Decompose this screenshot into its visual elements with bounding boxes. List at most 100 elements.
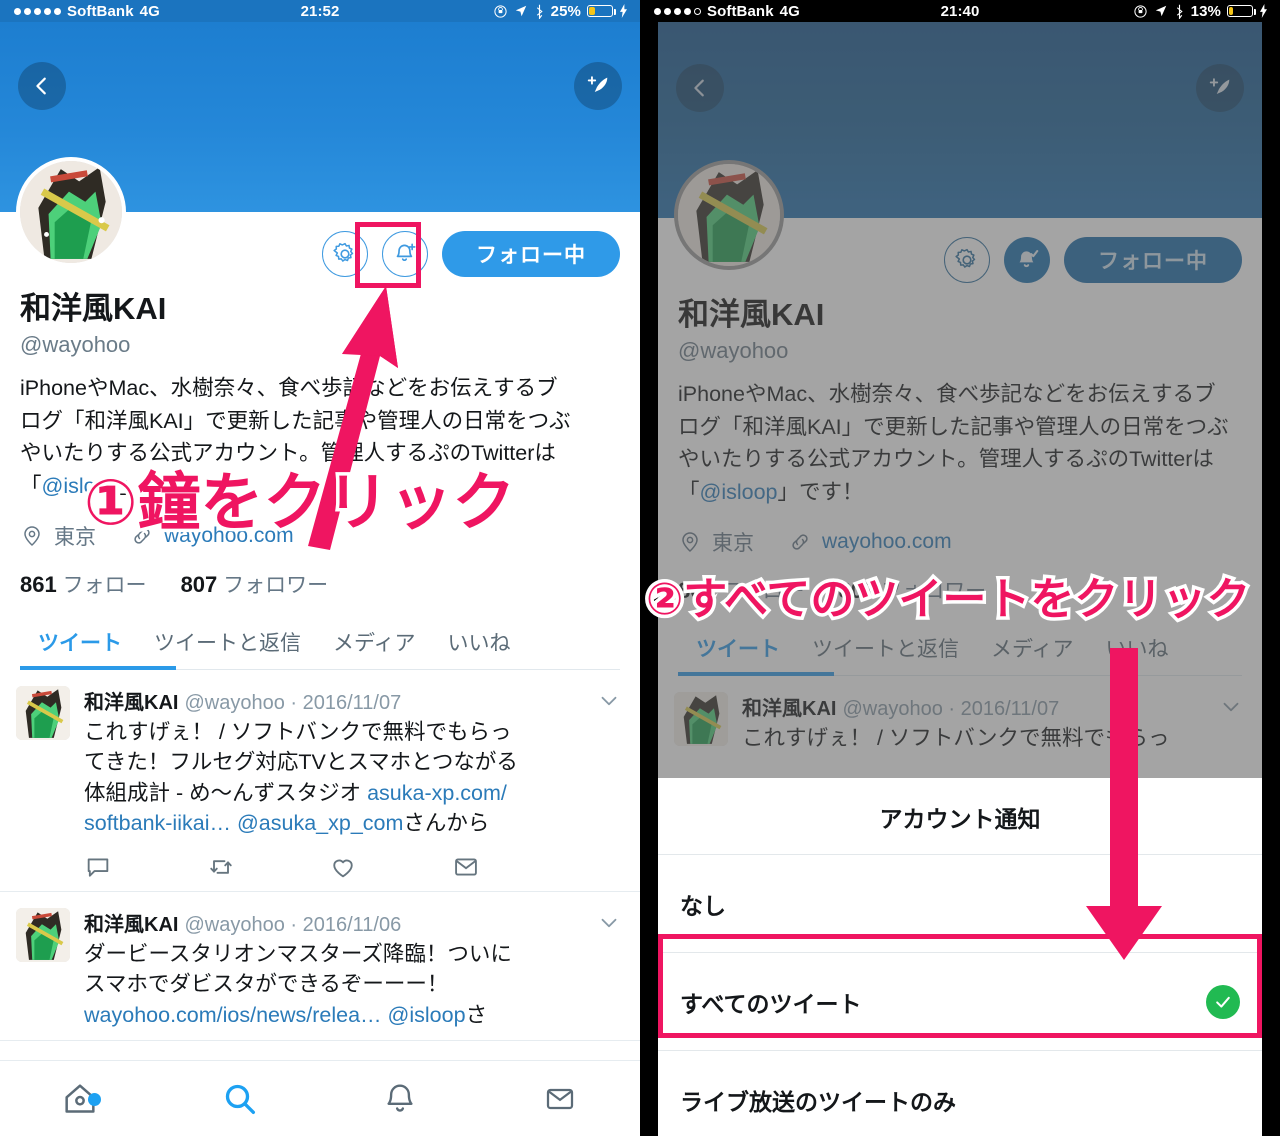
tab-notifications[interactable] — [320, 1080, 480, 1118]
tab-tweets[interactable]: ツイート — [20, 621, 138, 669]
home-badge-dot — [87, 1092, 101, 1106]
direct-message-button[interactable] — [452, 853, 575, 881]
table-row[interactable]: 和洋風KAI @wayohoo · 2016/11/06 ダービースタリオンマス… — [0, 892, 640, 1042]
profile-section: フォロー中 和洋風KAI @wayohoo iPhoneやMac、水樹奈々、食べ… — [0, 157, 640, 670]
tweet-text-line: softbank-iikai… @asuka_xp_comさんから — [84, 808, 620, 839]
tab-tweets-replies[interactable]: ツイートと返信 — [138, 621, 317, 669]
chevron-down-icon — [601, 696, 617, 705]
battery-percent: 25% — [550, 2, 581, 20]
bluetooth-icon — [536, 4, 543, 19]
profile-handle: @wayohoo — [20, 332, 131, 358]
avatar[interactable] — [16, 907, 70, 962]
search-icon — [225, 1084, 255, 1114]
tweet-body: 和洋風KAI @wayohoo · 2016/11/06 ダービースタリオンマス… — [84, 908, 620, 1031]
tweet-more-button[interactable] — [596, 910, 622, 941]
sheet-option-label: ライブ放送のツイートのみ — [680, 1089, 956, 1115]
like-button[interactable] — [329, 853, 452, 881]
sheet-option-label: なし — [680, 892, 726, 919]
status-carrier-group: SoftBank 4G — [14, 3, 160, 20]
status-indicators-group: 25% — [493, 3, 628, 20]
tweet-body: 和洋風KAI @wayohoo · 2016/11/07 これすげぇ！ / ソフ… — [84, 686, 620, 881]
sheet-option-live-only[interactable]: ライブ放送のツイートのみ — [658, 1051, 1262, 1136]
bio-line: iPhoneやMac、水樹奈々、食べ歩記などをお伝えするブ — [20, 376, 558, 401]
following-stat[interactable]: 861 フォロー — [20, 569, 147, 599]
tweet-text-line: wayohoo.com/ios/news/relea… @isloopさ — [84, 1000, 620, 1031]
avatar-image — [20, 161, 122, 263]
bio-line: ログ「和洋風KAI」で更新した記事や管理人の日常をつぶ — [20, 408, 571, 433]
tweet-more-button[interactable] — [596, 688, 622, 719]
compose-tweet-button[interactable] — [574, 62, 622, 110]
bottom-tab-bar — [0, 1060, 640, 1136]
network-label: 4G — [779, 2, 800, 20]
battery-percent: 13% — [1190, 2, 1221, 20]
tab-media[interactable]: メディア — [317, 621, 432, 669]
rotation-lock-icon — [494, 4, 507, 18]
followers-stat[interactable]: 807 フォロワー — [181, 569, 329, 599]
avatar[interactable] — [16, 685, 70, 740]
tab-search[interactable] — [160, 1079, 320, 1119]
annotation-label-step2: ②すべてのツイートをクリック — [642, 571, 1253, 629]
rotation-lock-icon — [1134, 4, 1147, 18]
tab-home[interactable] — [0, 1079, 160, 1119]
tweet-author-name: 和洋風KAI — [84, 913, 179, 936]
location-arrow-icon — [1155, 5, 1166, 17]
tweet-text-span: 体組成計 - め〜んずスタジオ — [84, 780, 368, 805]
messages-envelope-icon — [546, 1088, 574, 1109]
location-arrow-icon — [515, 5, 526, 17]
tweet-link[interactable]: softbank-iikai… — [84, 811, 231, 835]
follow-button[interactable]: フォロー中 — [442, 231, 620, 277]
back-button[interactable] — [18, 62, 66, 110]
charging-bolt-icon — [1260, 4, 1267, 18]
status-bar-right: SoftBank 4G 21:40 13% — [640, 0, 1280, 22]
table-row[interactable]: 和洋風KAI @wayohoo · 2016/11/07 これすげぇ！ / ソフ… — [0, 670, 640, 892]
bio-quote-open: 「 — [20, 474, 42, 499]
status-carrier-group: SoftBank 4G — [654, 3, 800, 20]
tweet-mention[interactable]: @isloop — [388, 1003, 466, 1027]
avatar-image — [16, 685, 70, 740]
tweet-text: これすげぇ！ / ソフトバンクで無料でもらっ てきた！フルセグ対応TVとスマホと… — [84, 717, 620, 839]
dm-icon — [454, 858, 477, 876]
retweet-icon — [209, 860, 232, 874]
tweet-mention[interactable]: @asuka_xp_com — [237, 811, 403, 835]
battery-icon — [1227, 5, 1256, 17]
screenshot-stage: SoftBank 4G 21:52 25% フォロー中 和洋風KAI @wayo… — [0, 0, 1280, 1136]
tweet-text-line: ダービースタリオンマスターズ降臨！ついに — [84, 941, 512, 966]
following-count: 861 — [20, 571, 57, 597]
notifications-bell-icon — [387, 1084, 413, 1112]
reply-icon — [87, 858, 109, 877]
profile-display-name: 和洋風KAI — [20, 291, 167, 326]
retweet-button[interactable] — [207, 853, 330, 881]
tweet-link[interactable]: asuka-xp.com/ — [367, 781, 507, 805]
tweet-text-line: スマホでダビスタができるぞーーー！ — [84, 972, 449, 997]
left-phone-screen: SoftBank 4G 21:52 25% フォロー中 和洋風KAI @wayo… — [0, 0, 640, 1136]
followers-count: 807 — [180, 571, 218, 597]
carrier-label: SoftBank — [707, 2, 774, 20]
bell-button-highlight — [355, 222, 421, 288]
status-indicators-group: 13% — [1133, 3, 1268, 20]
avatar-image — [16, 907, 70, 962]
like-icon — [333, 859, 353, 878]
battery-icon — [587, 5, 616, 17]
compose-tweet-icon — [587, 76, 608, 93]
tweet-actions — [84, 853, 620, 881]
tab-messages[interactable] — [480, 1081, 640, 1117]
profile-stats: 861 フォロー 807 フォロワー — [20, 569, 620, 599]
reply-button[interactable] — [84, 853, 207, 881]
tweet-text-line: 体組成計 - め〜んずスタジオ asuka-xp.com/ — [84, 778, 620, 809]
right-phone-screen: SoftBank 4G 21:40 13% アカウント通知 なし すべてのツイー… — [640, 0, 1280, 1136]
tab-likes[interactable]: いいね — [432, 621, 527, 669]
network-label: 4G — [139, 2, 160, 20]
modal-dim-overlay[interactable] — [658, 22, 1262, 778]
followers-label: フォロワー — [223, 573, 329, 597]
sheet-title: アカウント通知 — [879, 806, 1041, 832]
charging-bolt-icon — [620, 4, 627, 18]
tweet-author-name: 和洋風KAI — [84, 691, 179, 714]
tweet-text-line: てきた！フルセグ対応TVとスマホとつながる — [84, 750, 518, 775]
avatar[interactable] — [16, 157, 126, 267]
all-tweets-row-highlight — [658, 934, 1262, 1038]
tweet-header: 和洋風KAI @wayohoo · 2016/11/07 — [84, 686, 620, 715]
location-pin-icon — [24, 526, 40, 546]
carrier-label: SoftBank — [67, 2, 134, 20]
tweet-link[interactable]: wayohoo.com/ios/news/relea… — [84, 1003, 382, 1027]
bluetooth-icon — [1176, 4, 1183, 19]
